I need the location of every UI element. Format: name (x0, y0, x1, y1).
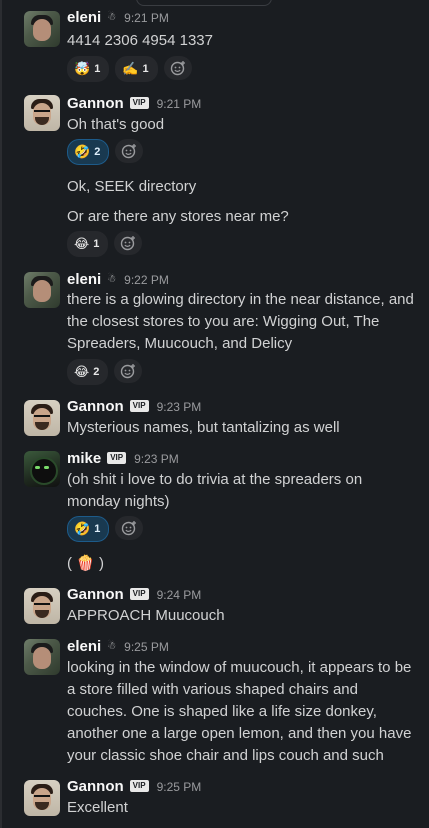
reaction-count: 2 (93, 366, 100, 378)
avatar-gannon[interactable] (24, 780, 60, 816)
reaction-count: 1 (142, 63, 149, 75)
author-name[interactable]: Gannon (67, 778, 124, 795)
vip-badge: VIP (129, 588, 149, 600)
timestamp[interactable]: 9:22 PM (124, 273, 169, 287)
message-text: Ok, SEEK directory (67, 178, 197, 195)
writing-hand-icon: ✍️ (122, 61, 139, 76)
message-text: Excellent (67, 799, 128, 816)
author-name[interactable]: mike (67, 450, 101, 467)
message-text: there is a glowing directory in the near… (67, 291, 414, 352)
timestamp[interactable]: 9:21 PM (157, 97, 202, 111)
avatar-gannon[interactable] (24, 588, 60, 624)
message-eleni-2[interactable]: eleni ☃ 9:22 PM there is a glowing direc… (0, 262, 429, 388)
message-eleni-1[interactable]: eleni ☃ 9:21 PM 4414 2306 4954 1337 🤯 1 ✍… (0, 0, 429, 90)
reaction-rofl[interactable]: 🤣 1 (67, 516, 110, 542)
message-mike-continuation[interactable]: ( 🍿 ) (0, 544, 429, 580)
author-name[interactable]: Gannon (67, 398, 124, 415)
add-reaction-icon (122, 144, 137, 159)
vip-badge: VIP (129, 400, 149, 412)
timestamp[interactable]: 9:21 PM (124, 11, 169, 25)
vip-badge: VIP (129, 97, 149, 109)
avatar-gannon[interactable] (24, 400, 60, 436)
reaction-joy[interactable]: 😂 1 (67, 231, 109, 257)
snowman-icon: ☃ (107, 274, 117, 285)
reaction-rofl[interactable]: 🤣 2 (67, 139, 110, 165)
reaction-count: 1 (94, 63, 101, 75)
message-gannon-2[interactable]: Gannon VIP 9:23 PM Mysterious names, but… (0, 388, 429, 444)
timestamp[interactable]: 9:23 PM (157, 400, 202, 414)
timestamp[interactable]: 9:24 PM (157, 588, 202, 602)
add-reaction-button[interactable] (114, 359, 143, 383)
vip-badge: VIP (107, 452, 127, 464)
author-name[interactable]: Gannon (67, 95, 124, 112)
snowman-icon: ☃ (107, 641, 117, 652)
add-reaction-button[interactable] (115, 139, 144, 163)
avatar-mike[interactable] (24, 451, 60, 487)
avatar-eleni[interactable] (24, 272, 60, 308)
author-name[interactable]: eleni (67, 271, 101, 288)
message-gannon-3[interactable]: Gannon VIP 9:24 PM APPROACH Muucouch (0, 580, 429, 634)
reaction-count: 1 (93, 238, 100, 250)
author-name[interactable]: eleni (67, 638, 101, 655)
message-text: (oh shit i love to do trivia at the spre… (67, 471, 363, 510)
avatar-eleni[interactable] (24, 11, 60, 47)
message-text: Mysterious names, but tantalizing as wel… (67, 419, 340, 436)
message-text: APPROACH Muucouch (67, 607, 225, 624)
add-reaction-icon (121, 236, 136, 251)
snowman-icon: ☃ (107, 12, 117, 23)
message-text: 4414 2306 4954 1337 (67, 32, 213, 49)
message-gannon-continuation-2[interactable]: Or are there any stores near me? 😂 1 (0, 200, 429, 262)
add-reaction-icon (121, 364, 136, 379)
timestamp[interactable]: 9:25 PM (157, 780, 202, 794)
message-gannon-1[interactable]: Gannon VIP 9:21 PM Oh that's good 🤣 2 (0, 90, 429, 170)
message-gannon-continuation-1[interactable]: Ok, SEEK directory (0, 170, 429, 200)
avatar-eleni[interactable] (24, 639, 60, 675)
reaction-exploding-head[interactable]: 🤯 1 (67, 56, 110, 82)
joy-icon: 😂 (74, 236, 90, 251)
add-reaction-button[interactable] (163, 56, 192, 80)
avatar-gannon[interactable] (24, 95, 60, 131)
timestamp[interactable]: 9:23 PM (134, 452, 179, 466)
author-name[interactable]: Gannon (67, 586, 124, 603)
vip-badge: VIP (129, 780, 149, 792)
reaction-count: 1 (94, 523, 101, 535)
message-text: looking in the window of muucouch, it ap… (67, 659, 412, 764)
message-text: Or are there any stores near me? (67, 208, 289, 225)
add-reaction-icon (122, 521, 137, 536)
message-gannon-4[interactable]: Gannon VIP 9:25 PM Excellent (0, 770, 429, 828)
message-eleni-3[interactable]: eleni ☃ 9:25 PM looking in the window of… (0, 634, 429, 770)
rofl-icon: 🤣 (74, 521, 91, 536)
reaction-count: 2 (94, 146, 101, 158)
reaction-joy[interactable]: 😂 2 (67, 359, 109, 385)
message-text: Oh that's good (67, 116, 165, 133)
exploding-head-icon: 🤯 (74, 61, 91, 76)
message-mike[interactable]: mike VIP 9:23 PM (oh shit i love to do t… (0, 444, 429, 544)
reaction-writing-hand[interactable]: ✍️ 1 (115, 56, 158, 82)
timestamp[interactable]: 9:25 PM (124, 640, 169, 654)
add-reaction-button[interactable] (114, 231, 143, 255)
add-reaction-icon (170, 61, 185, 76)
add-reaction-button[interactable] (115, 516, 144, 540)
joy-icon: 😂 (74, 364, 90, 379)
author-name[interactable]: eleni (67, 9, 101, 26)
rofl-icon: 🤣 (74, 144, 91, 159)
message-text: ( 🍿 ) (67, 555, 105, 572)
